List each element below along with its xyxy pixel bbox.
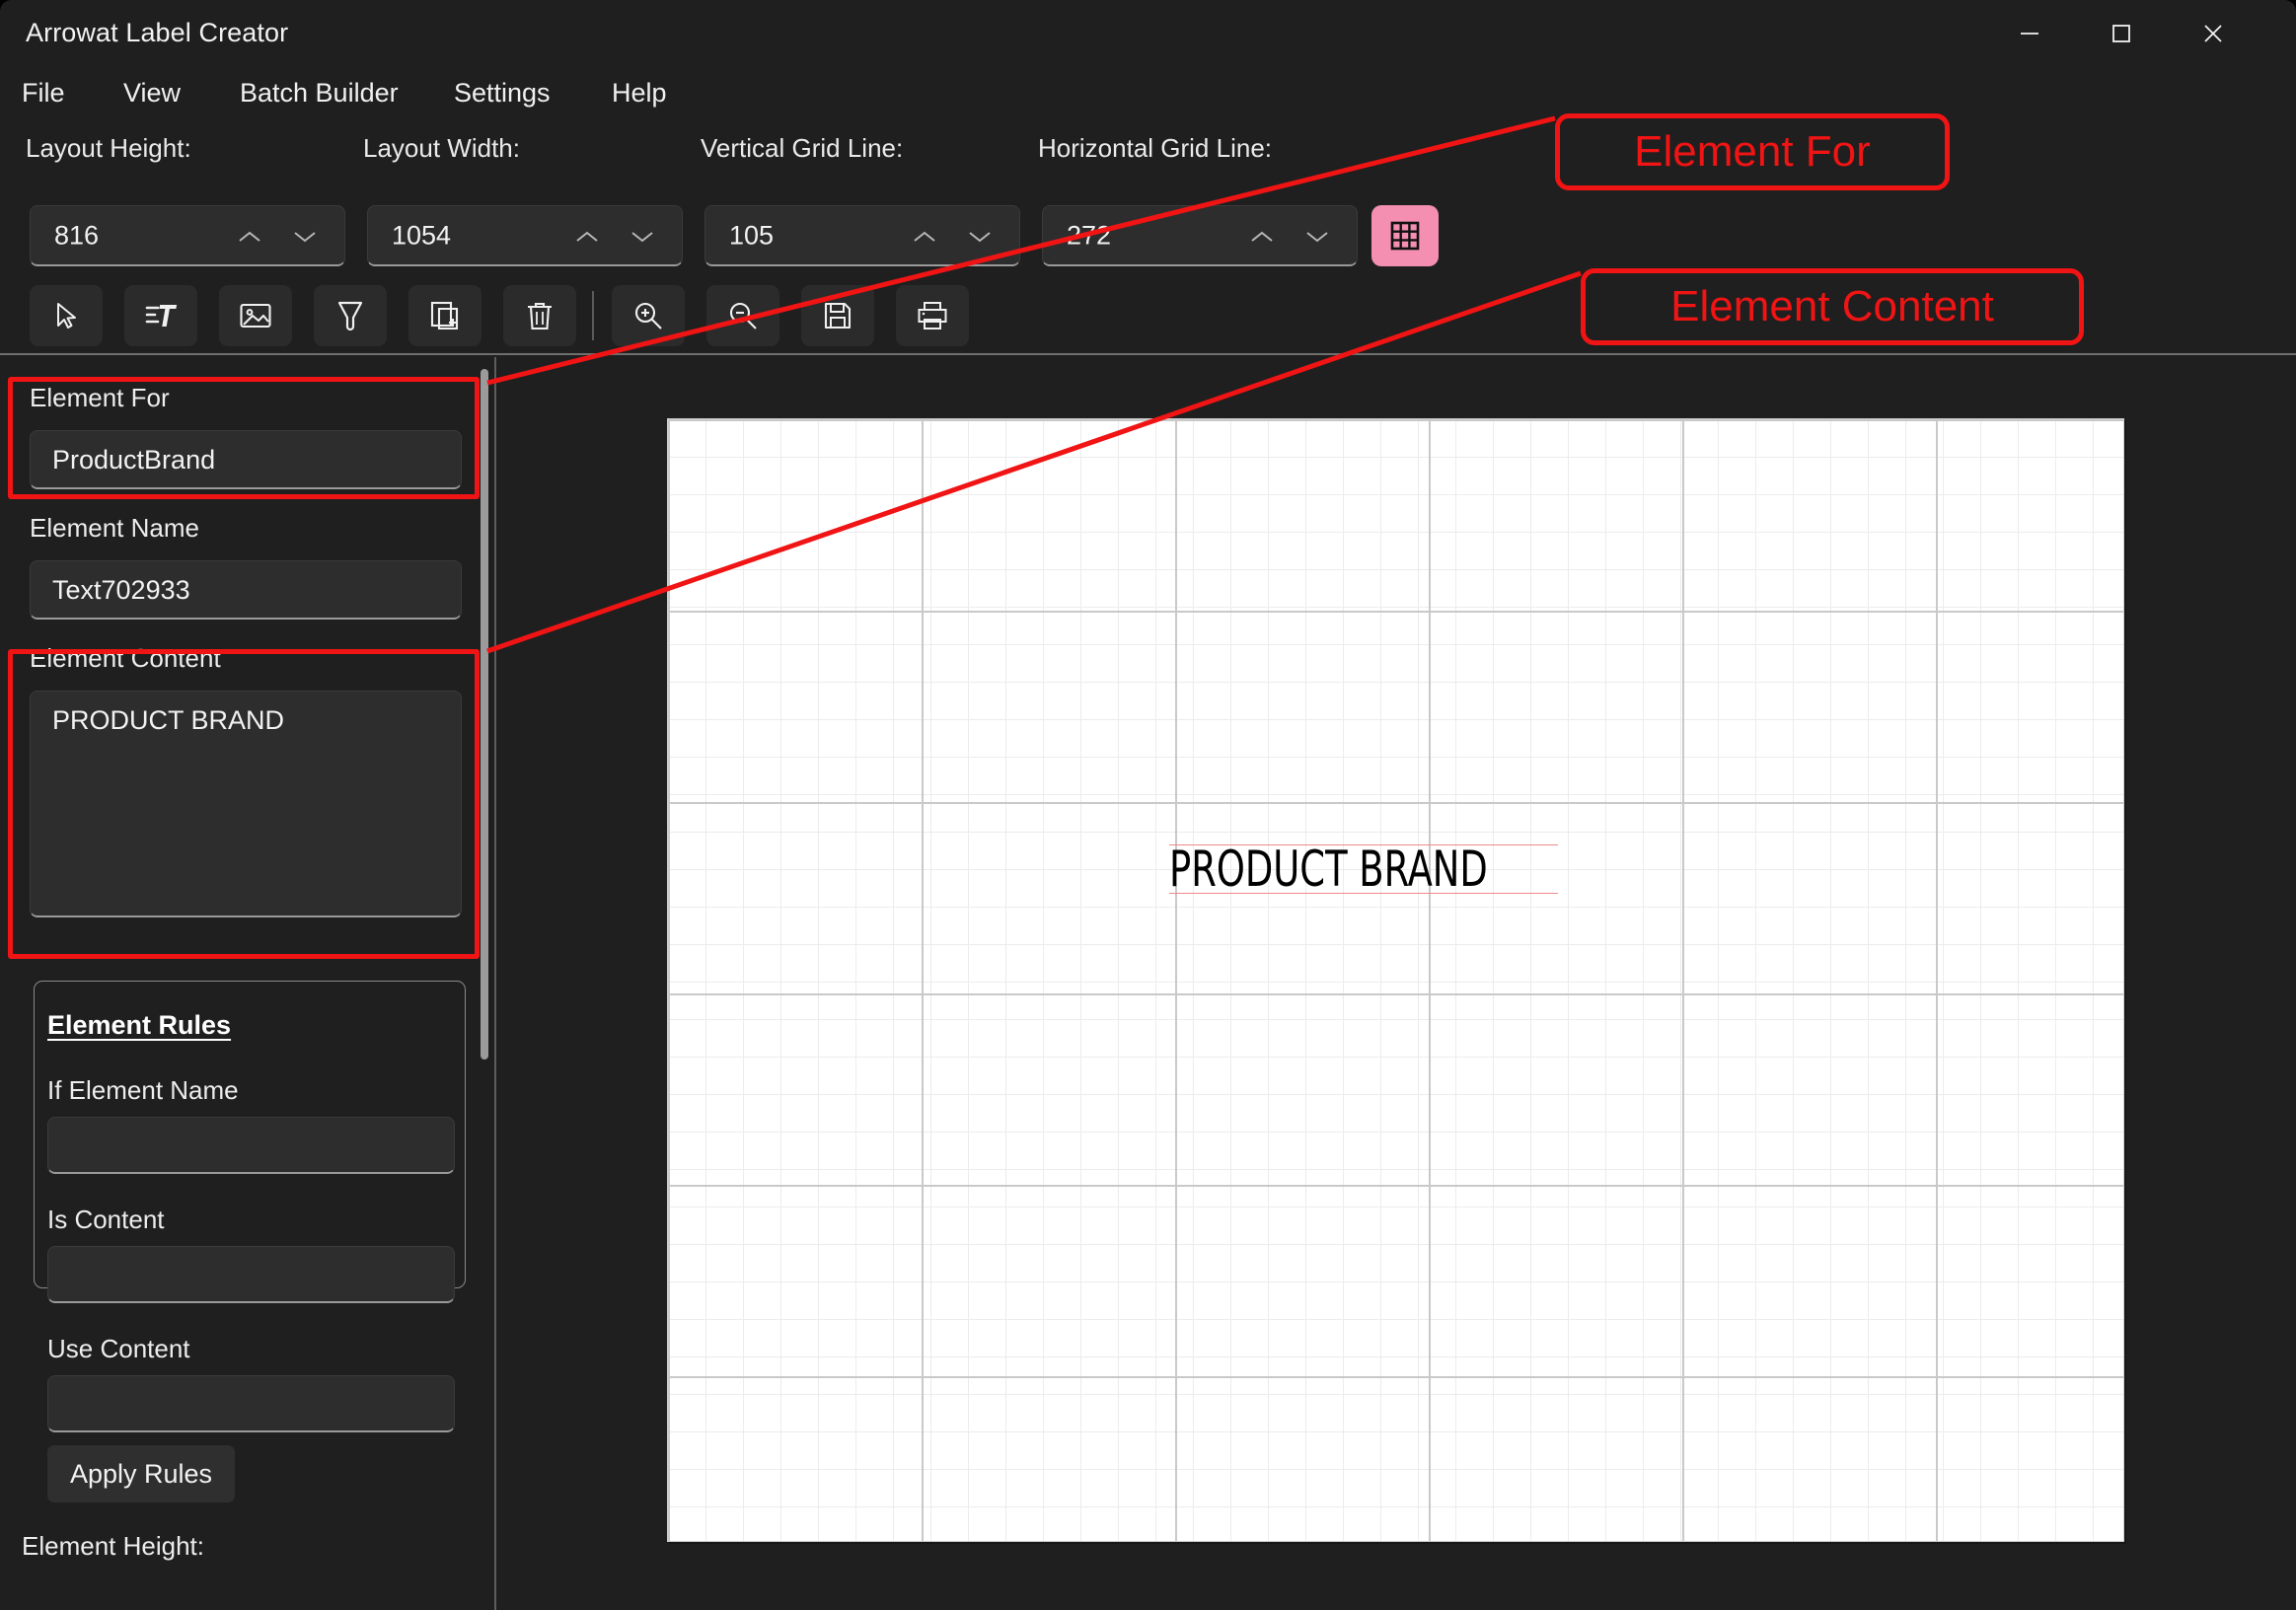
element-rules-title: Element Rules (47, 1010, 232, 1040)
vertical-grid-line-down-button[interactable] (954, 206, 1005, 267)
vertical-grid-line-up-button[interactable] (899, 206, 950, 267)
save-floppy-icon (824, 302, 852, 329)
element-content-label: Element Content (30, 643, 221, 673)
maximize-button[interactable] (2083, 0, 2160, 67)
canvas-text-element[interactable]: PRODUCT BRAND (1169, 844, 1558, 894)
use-content-label: Use Content (47, 1334, 190, 1363)
horizontal-grid-line-value: 272 (1067, 220, 1112, 250)
vertical-grid-line-spinner[interactable]: 105 (704, 205, 1020, 266)
element-properties-panel: Element For ProductBrand Element Name Te… (0, 357, 496, 1610)
horizontal-grid-line-up-button[interactable] (1236, 206, 1288, 267)
cursor-arrow-icon (57, 303, 76, 329)
is-content-input[interactable] (47, 1246, 455, 1303)
window-title: Arrowat Label Creator (26, 18, 289, 47)
element-name-value: Text702933 (52, 575, 190, 605)
toolbar-divider (0, 353, 2296, 355)
layout-height-down-button[interactable] (279, 206, 331, 267)
layout-settings-row: Layout Height: 816 Layout Width: 1054 Ve… (0, 118, 2296, 271)
layout-width-value: 1054 (392, 220, 452, 250)
printer-icon (918, 302, 947, 329)
shape-tool-button[interactable] (314, 285, 387, 346)
chevron-down-icon (1306, 232, 1328, 243)
element-name-input[interactable]: Text702933 (30, 560, 462, 620)
vertical-grid-line-label: Vertical Grid Line: (701, 133, 904, 163)
grid-toggle-button[interactable] (1371, 205, 1439, 266)
chevron-down-icon (969, 232, 991, 243)
trash-icon (528, 302, 552, 330)
layout-height-label: Layout Height: (26, 133, 191, 163)
apply-rules-button[interactable]: Apply Rules (47, 1445, 235, 1502)
delete-tool-button[interactable] (503, 285, 576, 346)
print-tool-button[interactable] (896, 285, 969, 346)
menu-bar: File View Batch Builder Settings Help (0, 67, 2296, 118)
menu-item-view[interactable]: View (123, 67, 181, 118)
chevron-up-icon (239, 231, 260, 242)
canvas-area[interactable]: PRODUCT BRAND (496, 357, 2296, 1610)
layout-width-up-button[interactable] (561, 206, 613, 267)
menu-item-help[interactable]: Help (612, 67, 667, 118)
maximize-icon (2112, 25, 2130, 42)
horizontal-grid-line-label: Horizontal Grid Line: (1038, 133, 1272, 163)
element-for-value: ProductBrand (52, 445, 216, 475)
toolbar-separator (592, 291, 594, 340)
zoom-out-icon (729, 302, 757, 329)
use-content-input[interactable] (47, 1375, 455, 1432)
zoom-in-icon (634, 302, 662, 329)
funnel-icon (337, 301, 363, 331)
element-for-input[interactable]: ProductBrand (30, 430, 462, 489)
element-content-textarea[interactable]: PRODUCT BRAND (30, 691, 462, 917)
label-canvas[interactable]: PRODUCT BRAND (667, 418, 2124, 1542)
copy-add-icon (430, 301, 459, 330)
close-icon (2204, 25, 2222, 42)
sidebar-scrollbar-thumb[interactable] (481, 369, 488, 1060)
horizontal-grid-line-down-button[interactable] (1292, 206, 1343, 267)
chevron-down-icon (294, 232, 316, 243)
application-window: Arrowat Label Creator File View Batch Bu… (0, 0, 2296, 1610)
save-tool-button[interactable] (801, 285, 874, 346)
layout-height-value: 816 (54, 220, 100, 250)
title-bar: Arrowat Label Creator (0, 0, 2296, 67)
chevron-up-icon (914, 231, 935, 242)
element-content-value: PRODUCT BRAND (52, 705, 285, 735)
layout-height-up-button[interactable] (224, 206, 275, 267)
image-tool-button[interactable] (219, 285, 292, 346)
chevron-up-icon (1251, 231, 1273, 242)
chevron-up-icon (576, 231, 598, 242)
select-tool-button[interactable] (30, 285, 103, 346)
minimize-button[interactable] (1991, 0, 2068, 67)
layout-width-down-button[interactable] (617, 206, 668, 267)
vertical-grid-line-value: 105 (729, 220, 775, 250)
grid-icon (1390, 221, 1420, 251)
minimize-icon (2021, 33, 2038, 35)
is-content-label: Is Content (47, 1205, 165, 1234)
duplicate-tool-button[interactable] (408, 285, 481, 346)
horizontal-grid-line-spinner[interactable]: 272 (1042, 205, 1358, 266)
element-name-label: Element Name (30, 513, 199, 543)
canvas-text-element-label: PRODUCT BRAND (1169, 841, 1488, 898)
menu-item-batch-builder[interactable]: Batch Builder (240, 67, 399, 118)
image-icon (240, 303, 271, 329)
zoom-out-tool-button[interactable] (706, 285, 779, 346)
major-gridlines (668, 419, 2123, 1541)
element-for-label: Element For (30, 383, 170, 412)
layout-width-label: Layout Width: (363, 133, 520, 163)
layout-width-spinner[interactable]: 1054 (367, 205, 683, 266)
menu-item-settings[interactable]: Settings (454, 67, 551, 118)
if-element-name-input[interactable] (47, 1117, 455, 1174)
element-height-label: Element Height: (22, 1531, 204, 1561)
text-format-icon (145, 305, 178, 327)
tool-bar (0, 279, 2296, 353)
layout-height-spinner[interactable]: 816 (30, 205, 345, 266)
close-button[interactable] (2175, 0, 2252, 67)
chevron-down-icon (631, 232, 653, 243)
zoom-in-tool-button[interactable] (612, 285, 685, 346)
if-element-name-label: If Element Name (47, 1075, 239, 1105)
text-tool-button[interactable] (124, 285, 197, 346)
menu-item-file[interactable]: File (22, 67, 65, 118)
